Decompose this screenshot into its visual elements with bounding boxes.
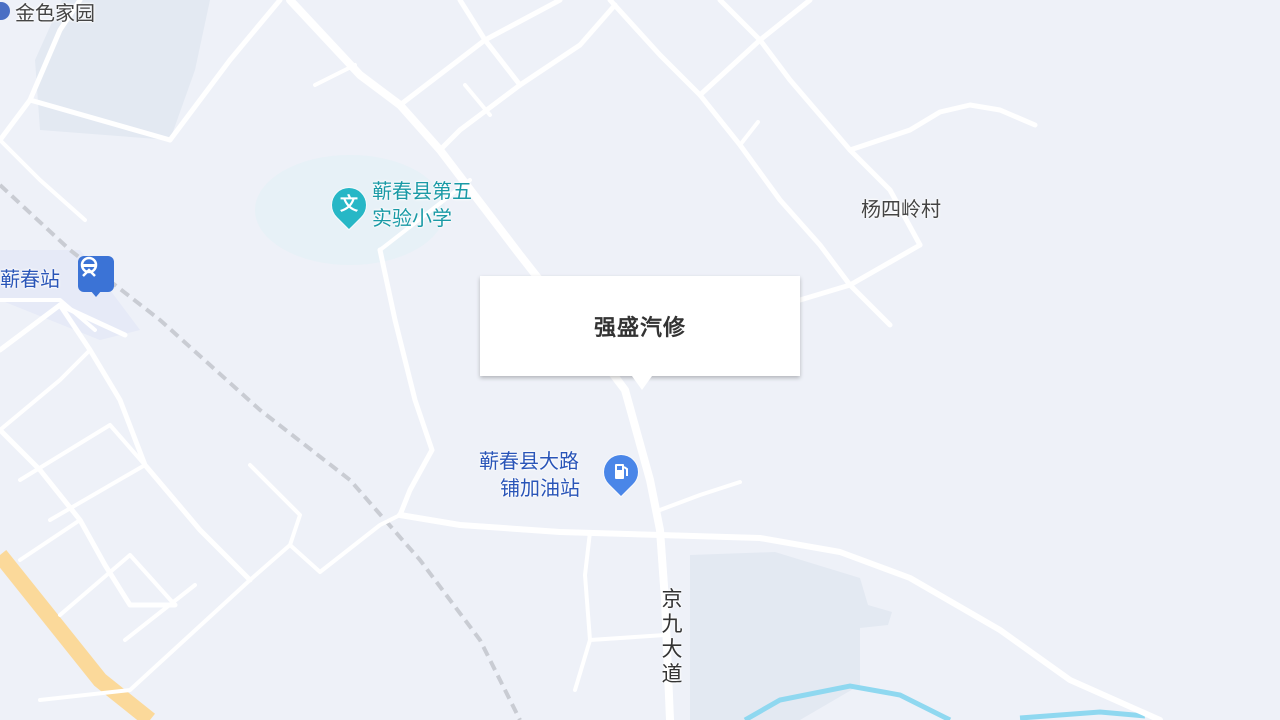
road-grid-11 <box>288 513 402 574</box>
gas-station-pin-icon[interactable] <box>596 447 646 497</box>
train-glyph <box>80 256 98 277</box>
road-nw-1 <box>397 0 563 108</box>
village-label[interactable]: 杨四岭村 <box>861 196 941 222</box>
road-label-jingjiu: 京九大道 <box>661 587 683 686</box>
education-pin-icon[interactable]: 文 <box>324 180 374 230</box>
road-nw-5 <box>463 83 492 117</box>
road-nw-2 <box>437 37 523 153</box>
river-east <box>1019 709 1146 720</box>
land-block-bottom <box>690 552 892 720</box>
road-nw-4 <box>457 0 488 43</box>
road-grid-7 <box>18 518 82 562</box>
road-grid-6 <box>48 463 147 522</box>
popup-title: 强盛汽修 <box>593 315 686 341</box>
poi-label-jinse-jiayuan[interactable]: 金色家园 <box>15 0 95 26</box>
road-ne-6 <box>738 120 760 147</box>
railway-station-icon[interactable] <box>78 256 114 297</box>
poi-label-gas-line1[interactable]: 蕲春县大路 <box>479 448 579 474</box>
fuel-pump-glyph <box>615 464 628 479</box>
road-ne-4 <box>847 102 1038 153</box>
station-area <box>0 250 140 340</box>
road-south-1 <box>573 530 592 692</box>
road-grid-3 <box>0 348 92 432</box>
road-school-west <box>377 247 435 518</box>
place-popup[interactable]: 强盛汽修 <box>480 276 800 390</box>
poi-label-school-line2[interactable]: 实验小学 <box>372 205 452 231</box>
road-south-2 <box>588 633 667 642</box>
poi-label-station[interactable]: 蕲春站 <box>0 266 60 292</box>
road-grid-9 <box>123 583 197 642</box>
road-left-4 <box>313 63 357 87</box>
poi-label-school-line1[interactable]: 蕲春县第五 <box>372 178 472 204</box>
road-east-branch <box>658 480 742 512</box>
poi-label-gas-line2[interactable]: 铺加油站 <box>500 475 580 501</box>
road-left-3 <box>0 138 87 222</box>
road-nw-3 <box>517 2 618 88</box>
map-canvas[interactable]: 金色家园 文 蕲春县第五 实验小学 蕲春站 蕲春县大路 铺加油站 杨四岭村 京九… <box>0 0 1280 720</box>
education-glyph: 文 <box>340 194 358 215</box>
